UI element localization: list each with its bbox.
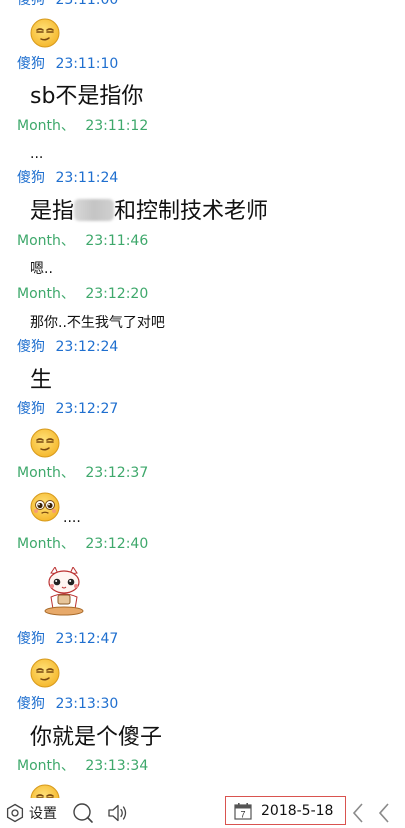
message-text-before: 是指 — [30, 199, 75, 224]
message-header: 傻狗 23:11:00 — [17, 0, 118, 10]
sender-name: Month、 — [17, 233, 75, 249]
sender-name: 傻狗 — [17, 401, 45, 417]
prev-page-button[interactable] — [350, 798, 366, 828]
message-text: ... — [30, 146, 44, 162]
search-button[interactable] — [72, 798, 94, 828]
date-picker[interactable]: 7 2018-5-18 — [225, 796, 346, 825]
date-value: 2018-5-18 — [261, 802, 334, 819]
sender-name: Month、 — [17, 118, 75, 134]
message-time: 23:12:20 — [85, 286, 149, 302]
message-header: Month、 23:12:40 — [17, 534, 148, 554]
message-header: 傻狗 23:11:24 — [17, 168, 118, 188]
search-icon — [73, 803, 93, 823]
message-header: Month、 23:13:34 — [17, 756, 148, 776]
prev-button[interactable] — [376, 798, 392, 828]
message-header: 傻狗 23:12:47 — [17, 629, 118, 649]
svg-text:7: 7 — [240, 809, 245, 819]
message-header: Month、 23:11:12 — [17, 116, 148, 136]
message-text: .... — [63, 510, 81, 526]
smug-face-emoji-icon — [30, 18, 60, 48]
message-text: 你就是个傻子 — [30, 725, 163, 750]
sender-name: 傻狗 — [17, 631, 45, 647]
message-text: 那你..不生我气了对吧 — [30, 315, 165, 331]
message-time: 23:12:27 — [55, 401, 119, 417]
sender-name: Month、 — [17, 758, 75, 774]
message-header: 傻狗 23:13:30 — [17, 694, 118, 714]
sender-name: Month、 — [17, 465, 75, 481]
message-text: sb不是指你 — [30, 84, 144, 109]
smug-face-emoji-icon — [30, 658, 60, 688]
prev-page-icon — [352, 803, 363, 823]
sender-name: 傻狗 — [17, 339, 45, 355]
message-header: Month、 23:12:20 — [17, 284, 148, 304]
sender-name: 傻狗 — [17, 170, 45, 186]
sender-name: Month、 — [17, 536, 75, 552]
message-header: 傻狗 23:12:24 — [17, 337, 118, 357]
settings-button[interactable]: 设置 — [5, 798, 57, 828]
message-time: 23:13:30 — [55, 696, 119, 712]
message-time: 23:12:37 — [85, 465, 149, 481]
speaker-icon — [108, 804, 127, 822]
message-text: 是指 和控制技术老师 — [30, 197, 268, 227]
message-header: 傻狗 23:11:10 — [17, 54, 118, 74]
message-time: 23:12:40 — [85, 536, 149, 552]
smug-face-emoji-icon — [30, 428, 60, 458]
settings-icon — [6, 803, 24, 823]
message-time: 23:11:46 — [85, 233, 149, 249]
chat-log: 傻狗 23:11:00 傻狗 23:11:10 sb不是指你 Month、 23… — [0, 0, 405, 798]
sender-name: 傻狗 — [17, 0, 45, 8]
message-text-after: 和控制技术老师 — [114, 199, 269, 224]
settings-label: 设置 — [29, 806, 57, 822]
sender-name: Month、 — [17, 286, 75, 302]
message-time: 23:13:34 — [85, 758, 149, 774]
message-time: 23:11:00 — [55, 0, 119, 8]
message-time: 23:11:10 — [55, 56, 119, 72]
voice-button[interactable] — [106, 798, 128, 828]
message-header: 傻狗 23:12:27 — [17, 399, 118, 419]
message-text: 嗯.. — [30, 261, 53, 277]
message-time: 23:12:47 — [55, 631, 119, 647]
calendar-icon: 7 — [234, 802, 252, 820]
message-header: Month、 23:12:37 — [17, 463, 148, 483]
sender-name: 傻狗 — [17, 56, 45, 72]
cartoon-character-sticker-icon — [44, 567, 84, 616]
prev-icon — [378, 803, 389, 823]
teary-eyes-emoji-icon — [30, 492, 60, 522]
message-time: 23:12:24 — [55, 339, 119, 355]
message-time: 23:11:12 — [85, 118, 149, 134]
message-header: Month、 23:11:46 — [17, 231, 148, 251]
sender-name: 傻狗 — [17, 696, 45, 712]
message-text: 生 — [30, 368, 53, 393]
message-time: 23:11:24 — [55, 170, 119, 186]
smug-face-emoji-icon — [30, 784, 60, 798]
redacted-blur — [74, 199, 115, 221]
